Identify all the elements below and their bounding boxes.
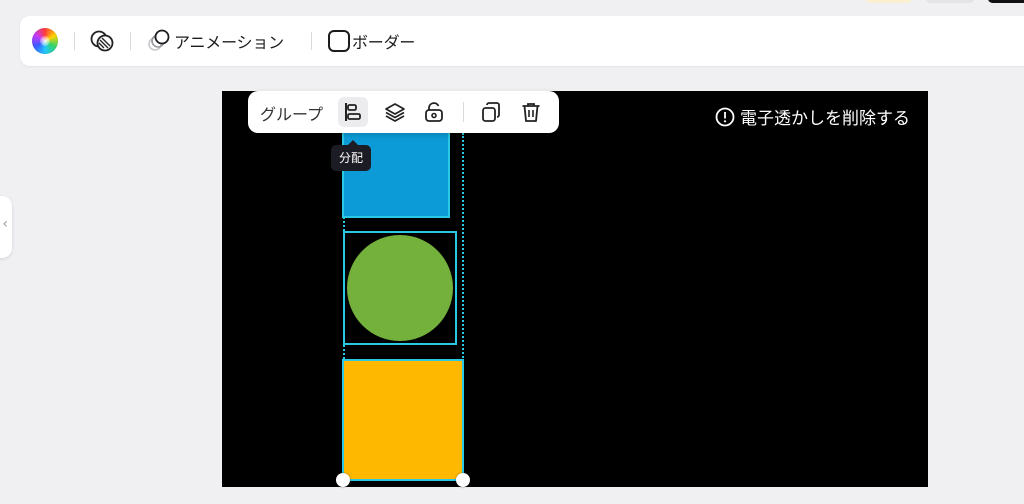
remove-watermark-link[interactable]: 電子透かしを削除する [715, 104, 910, 129]
side-panel-collapse-handle[interactable]: ‹ [0, 196, 12, 258]
alignment-guide-right [462, 133, 464, 433]
animation-button[interactable]: アニメーション [146, 28, 284, 54]
trash-icon [520, 101, 542, 123]
group-context-toolbar: グループ [248, 91, 559, 133]
yellow-square-shape[interactable] [344, 361, 462, 479]
animation-label: アニメーション [174, 33, 284, 52]
info-icon [715, 107, 735, 127]
chevron-left-icon: ‹ [2, 216, 8, 232]
toolbar-divider [130, 32, 131, 50]
resize-handle-bottom-right[interactable] [456, 473, 470, 487]
blue-square-shape[interactable] [342, 124, 450, 218]
border-label: ボーダー [352, 33, 416, 52]
resize-handle-bottom-left[interactable] [336, 473, 350, 487]
layers-button[interactable] [380, 97, 410, 127]
toolbar-divider [463, 102, 464, 122]
design-canvas[interactable]: 電子透かしを削除する [222, 91, 928, 487]
transparency-icon [89, 28, 115, 54]
group-button[interactable]: グループ [260, 101, 323, 125]
duplicate-icon [480, 101, 502, 123]
green-circle-shape[interactable] [347, 235, 453, 341]
toolbar-divider [311, 32, 312, 50]
top-cutoff-button-1[interactable] [866, 0, 912, 3]
animation-icon [146, 28, 174, 54]
transparency-button[interactable] [89, 28, 115, 54]
border-icon [326, 28, 352, 54]
toolbar-divider [74, 32, 75, 50]
color-wheel-icon[interactable] [32, 28, 58, 54]
delete-button[interactable] [516, 97, 546, 127]
layers-icon [384, 101, 406, 123]
distribute-button[interactable] [338, 97, 368, 127]
top-cutoff-button-2[interactable] [926, 0, 974, 3]
element-toolbar: アニメーション ボーダー [20, 16, 1024, 66]
border-button[interactable]: ボーダー [326, 28, 415, 54]
green-circle-selection[interactable] [343, 231, 457, 345]
unlock-icon [423, 101, 445, 123]
lock-button[interactable] [419, 97, 449, 127]
top-cutoff-button-3[interactable] [988, 0, 1024, 3]
distribute-icon [342, 101, 364, 123]
remove-watermark-label: 電子透かしを削除する [740, 109, 910, 129]
distribute-tooltip: 分配 [331, 140, 372, 171]
duplicate-button[interactable] [476, 97, 506, 127]
